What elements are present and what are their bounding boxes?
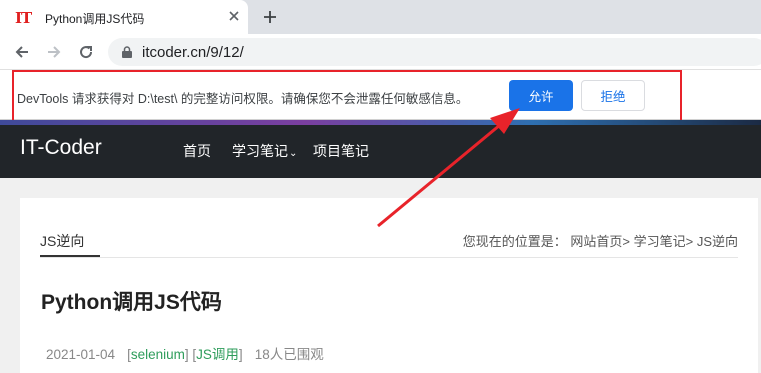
url-text: itcoder.cn/9/12/ (142, 44, 244, 61)
section-tab[interactable]: JS逆向 (40, 231, 84, 251)
nav-notes[interactable]: 学习笔记⌄ (232, 141, 297, 161)
tab-strip: IT Python调用JS代码 (0, 0, 761, 34)
chevron-down-icon: ⌄ (289, 148, 298, 159)
tab-title: Python调用JS代码 (45, 12, 145, 26)
tag-bracket: ] (238, 347, 243, 362)
tag-link[interactable]: selenium (131, 347, 185, 362)
gradient-line (0, 120, 761, 125)
lock-icon[interactable] (120, 45, 134, 59)
article-date: 2021-01-04 (46, 347, 116, 362)
article-title: Python调用JS代码 (41, 291, 222, 314)
browser-tab[interactable]: IT Python调用JS代码 (0, 0, 248, 34)
tag-bracket: ] (184, 347, 189, 362)
browser-toolbar: itcoder.cn/9/12/ (0, 34, 761, 70)
tag-link[interactable]: JS调用 (196, 347, 239, 362)
site-navbar: IT-Coder 首页 学习笔记⌄ 项目笔记 (0, 120, 761, 178)
nav-projects[interactable]: 项目笔记 (313, 141, 369, 161)
nav-home[interactable]: 首页 (183, 141, 211, 161)
address-bar[interactable]: itcoder.cn/9/12/ (108, 38, 761, 66)
article-meta: 2021-01-04 [selenium] [JS调用] 18人已围观 (46, 343, 324, 363)
article-card: JS逆向 您现在的位置是： 网站首页> 学习笔记> JS逆向 Python调用J… (20, 198, 758, 373)
site-brand[interactable]: IT-Coder (20, 136, 102, 160)
back-arrow-icon[interactable] (12, 42, 32, 62)
favicon-icon: IT (15, 9, 32, 27)
nav-notes-label: 学习笔记 (232, 143, 288, 159)
view-count: 18人已围观 (254, 347, 324, 362)
new-tab-plus-icon[interactable] (261, 8, 279, 26)
forward-arrow-icon[interactable] (44, 42, 64, 62)
close-icon[interactable] (226, 8, 242, 24)
reload-icon[interactable] (76, 42, 96, 62)
breadcrumb[interactable]: 您现在的位置是： 网站首页> 学习笔记> JS逆向 (463, 231, 738, 250)
divider (40, 257, 738, 258)
